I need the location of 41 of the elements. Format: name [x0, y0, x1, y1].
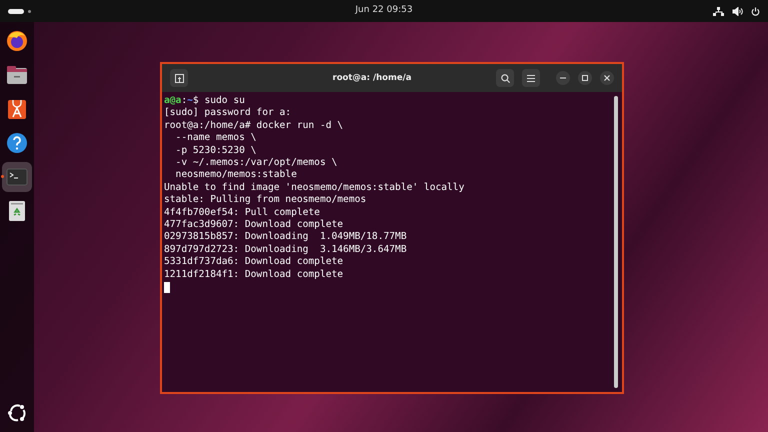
power-icon[interactable]	[751, 6, 760, 16]
terminal-line: 02973815b857: Downloading 1.049MB/18.77MB	[164, 231, 407, 244]
new-tab-icon	[174, 74, 184, 82]
terminal-line: -p 5230:5230 \	[174, 144, 256, 158]
terminal-line: 477fac3d9607: Download complete	[164, 219, 344, 232]
window-title: root@a: /home/a	[332, 72, 412, 83]
terminal-line: 5331df737da6: Download complete	[164, 256, 344, 269]
menu-icon	[527, 74, 535, 82]
terminal-line: neosmemo/memos:stable	[174, 169, 297, 182]
close-button[interactable]	[600, 71, 614, 85]
terminal-line: Unable to find image 'neosmemo/memos:stable' locally	[164, 182, 464, 194]
terminal-line: stable: Pulling from neosmemo/memos	[164, 194, 366, 207]
terminal-line: a@a:~$ sudo su	[164, 95, 245, 108]
search-icon	[500, 74, 510, 82]
apps-grid-icon[interactable]	[7, 402, 27, 423]
scrollbar[interactable]	[614, 96, 618, 388]
network-icon[interactable]	[713, 6, 724, 16]
browser-icon	[5, 29, 29, 53]
terminal-line: 4f4fb700ef54: Pull complete	[164, 206, 320, 220]
clock[interactable]: Jun 22 09:53	[355, 4, 413, 18]
software-store-icon	[5, 97, 29, 121]
terminal-line: [sudo] password for a:	[164, 107, 292, 120]
minimize-icon	[560, 77, 566, 79]
workspace-indicator[interactable]	[8, 8, 24, 14]
terminal-line: --name memos \	[174, 132, 256, 145]
menu-button[interactable]	[522, 69, 540, 87]
text-cursor	[164, 282, 170, 294]
terminal-line: 1211df2184f1: Download complete	[164, 268, 344, 282]
search-button[interactable]	[496, 69, 514, 87]
minimize-button[interactable]	[556, 71, 570, 85]
terminal-line: 897d797d2723: Downloading 3.146MB/3.647MB	[164, 244, 407, 256]
new-tab-button[interactable]	[170, 69, 188, 87]
speaker-icon[interactable]	[732, 6, 743, 16]
help-icon	[5, 131, 29, 155]
terminal-line: root@a:/home/a# docker run -d \	[164, 120, 344, 132]
terminal-line: -v ~/.memos:/var/opt/memos \	[174, 157, 338, 170]
maximize-button[interactable]	[578, 71, 592, 85]
running-indicator	[1, 175, 4, 178]
folder-icon	[5, 63, 29, 87]
maximize-icon	[582, 75, 588, 81]
close-icon	[604, 75, 610, 81]
